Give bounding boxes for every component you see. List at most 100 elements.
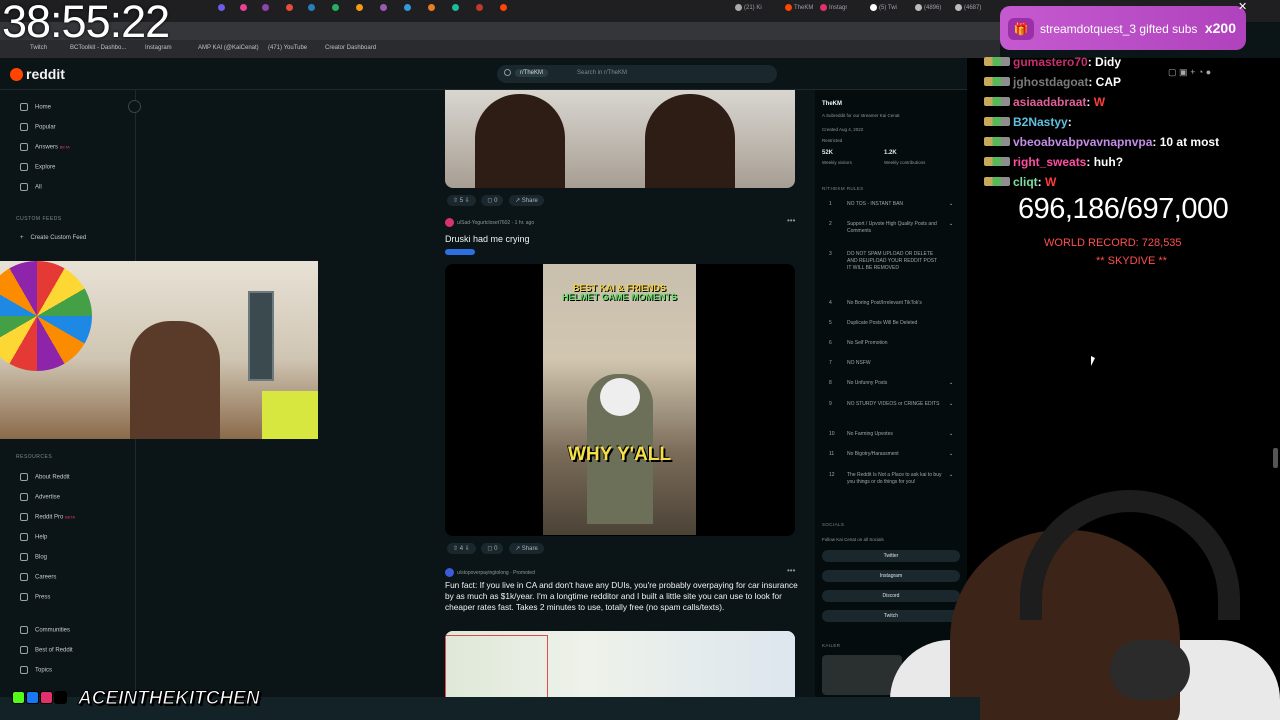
post-flair[interactable] bbox=[445, 249, 475, 255]
nav-advertise[interactable]: Advertise bbox=[20, 493, 60, 501]
comments-button[interactable]: ◻ 0 bbox=[481, 195, 504, 206]
post-title[interactable]: Druski had me crying bbox=[445, 234, 530, 244]
browser-tab[interactable] bbox=[240, 4, 249, 18]
rule-text: NO STURDY VIDEOS or CRINGE EDITS bbox=[847, 401, 940, 407]
nav-press[interactable]: Press bbox=[20, 593, 50, 601]
tab-favicon-icon bbox=[404, 4, 411, 11]
chat-username[interactable]: gumastero70 bbox=[1013, 55, 1088, 69]
chevron-down-icon[interactable]: ⌄ bbox=[949, 451, 953, 458]
chevron-down-icon[interactable]: ⌄ bbox=[949, 431, 953, 438]
resources-heading[interactable]: RESOURCES bbox=[16, 454, 52, 460]
vote-button[interactable]: ⇧ 5 ⇩ bbox=[447, 195, 476, 206]
chat-username[interactable]: cliqt bbox=[1013, 175, 1038, 189]
close-icon[interactable]: ✕ bbox=[1238, 0, 1247, 13]
nav-help[interactable]: Help bbox=[20, 533, 47, 541]
tab-favicon-icon bbox=[785, 4, 792, 11]
chat-username[interactable]: jghostdagoat bbox=[1013, 75, 1088, 89]
custom-feeds-heading[interactable]: CUSTOM FEEDS bbox=[16, 216, 62, 222]
bookmark-amp-kai[interactable]: AMP KAI (@KaiCenat) bbox=[198, 45, 259, 51]
share-button[interactable]: ↗ Share bbox=[509, 195, 544, 206]
post-image[interactable] bbox=[445, 90, 795, 188]
bookmark-creator-dashboard[interactable]: Creator Dashboard bbox=[325, 45, 376, 51]
browser-tab[interactable]: Instagr bbox=[820, 4, 847, 18]
chat-username[interactable]: vbeoabvabpvavnapnvpa bbox=[1013, 135, 1152, 149]
browser-tab[interactable]: (4687) bbox=[955, 4, 981, 18]
tab-favicon-icon bbox=[500, 4, 507, 11]
promoted-image[interactable] bbox=[445, 631, 795, 701]
bookmark-youtube[interactable]: (471) YouTube bbox=[268, 45, 307, 51]
chevron-down-icon[interactable]: ⌄ bbox=[949, 221, 953, 228]
nav-communities[interactable]: Communities bbox=[20, 626, 70, 634]
video-player[interactable]: BEST KAI & FRIENDS HELMET GAME MOMENTS WH… bbox=[445, 264, 795, 536]
nav-best-of-reddit[interactable]: Best of Reddit bbox=[20, 646, 73, 654]
browser-tab[interactable] bbox=[356, 4, 365, 18]
avatar[interactable]: ● bbox=[1206, 67, 1211, 77]
scrollbar[interactable] bbox=[1273, 448, 1278, 468]
rule-number: 7 bbox=[829, 360, 832, 366]
browser-tab[interactable] bbox=[500, 4, 509, 18]
create-icon[interactable]: + bbox=[1190, 67, 1195, 77]
nav-topics[interactable]: Topics bbox=[20, 666, 52, 674]
chevron-down-icon[interactable]: ⌄ bbox=[949, 380, 953, 387]
chevron-down-icon[interactable]: ⌄ bbox=[949, 401, 953, 408]
mouse-cursor-icon bbox=[1091, 356, 1095, 366]
nav-answers[interactable]: Answers BETA bbox=[20, 143, 70, 151]
avatar[interactable] bbox=[445, 218, 454, 227]
browser-tab[interactable] bbox=[308, 4, 317, 18]
vote-button[interactable]: ⇧ 4 ⇩ bbox=[447, 543, 476, 554]
browser-tab[interactable]: (21) Ki bbox=[735, 4, 762, 18]
browser-tab[interactable] bbox=[404, 4, 413, 18]
nav-home[interactable]: Home bbox=[20, 103, 51, 111]
chat-username[interactable]: B2Nastyy bbox=[1013, 115, 1068, 129]
chat-username[interactable]: asiaadabraat bbox=[1013, 95, 1086, 109]
browser-tab[interactable]: (5) Twi bbox=[870, 4, 897, 18]
nav-reddit-pro[interactable]: Reddit Pro BETA bbox=[20, 513, 75, 521]
chevron-down-icon[interactable]: ⌄ bbox=[949, 472, 953, 479]
chat-message: asiaadabraat: W bbox=[984, 95, 1105, 109]
share-button[interactable]: ↗ Share bbox=[509, 543, 544, 554]
contributions-label: Weekly contributions bbox=[884, 160, 926, 165]
chevron-down-icon[interactable]: ⌄ bbox=[949, 201, 953, 208]
collapse-sidebar-button[interactable] bbox=[128, 100, 141, 113]
kick-icon bbox=[12, 691, 25, 704]
tab-favicon-icon bbox=[735, 4, 742, 11]
browser-tab[interactable]: TheKM bbox=[785, 4, 813, 18]
nav-advertise-label: Advertise bbox=[35, 494, 61, 501]
browser-tab[interactable] bbox=[380, 4, 389, 18]
comments-button[interactable]: ◻ 0 bbox=[481, 543, 504, 554]
notification-icon[interactable]: ◔ bbox=[1198, 67, 1203, 77]
inbox-icon[interactable]: ▣ bbox=[1179, 67, 1188, 77]
create-custom-feed[interactable]: + Create Custom Feed bbox=[20, 235, 86, 241]
rule-text: No Boring Post/Irrelevant TikTok's bbox=[847, 300, 922, 306]
promo-author[interactable]: u/stopoverpayingtolong bbox=[457, 570, 509, 576]
video-caption: WHY Y'ALL bbox=[567, 444, 672, 465]
chat-username[interactable]: right_sweats bbox=[1013, 155, 1086, 169]
promoted-post-title[interactable]: Fun fact: If you live in CA and don't ha… bbox=[445, 580, 801, 613]
browser-tab[interactable] bbox=[332, 4, 341, 18]
more-options-icon[interactable]: ••• bbox=[787, 216, 795, 225]
tab-favicon-icon bbox=[218, 4, 225, 11]
browser-tab[interactable]: (4896) bbox=[915, 4, 941, 18]
search-community-chip[interactable]: r/TheKM bbox=[515, 69, 549, 77]
browser-tab[interactable] bbox=[286, 4, 295, 18]
tab-favicon-icon bbox=[820, 4, 827, 11]
reddit-logo[interactable]: reddit bbox=[10, 66, 65, 82]
browser-tab[interactable] bbox=[476, 4, 485, 18]
nav-about[interactable]: About Reddit bbox=[20, 473, 70, 481]
nav-all[interactable]: All bbox=[20, 183, 42, 191]
tab-favicon-icon bbox=[915, 4, 922, 11]
browser-tab[interactable] bbox=[218, 4, 227, 18]
post-author[interactable]: u/Sad-Yogurtcloset7602 bbox=[457, 220, 510, 226]
chat-icon[interactable]: ▢ bbox=[1168, 67, 1177, 77]
nav-popular[interactable]: Popular bbox=[20, 123, 56, 131]
avatar[interactable] bbox=[445, 568, 454, 577]
browser-tab[interactable] bbox=[428, 4, 437, 18]
search-input[interactable]: r/TheKM Search in r/TheKM bbox=[497, 65, 777, 83]
nav-explore[interactable]: Explore bbox=[20, 163, 55, 171]
browser-tab[interactable] bbox=[262, 4, 271, 18]
more-options-icon[interactable]: ••• bbox=[787, 566, 795, 575]
nav-blog[interactable]: Blog bbox=[20, 553, 47, 561]
browser-tab[interactable] bbox=[452, 4, 461, 18]
nav-careers[interactable]: Careers bbox=[20, 573, 56, 581]
screen: Twitch BCToolkit - Dashbo... Instagram A… bbox=[0, 0, 1280, 720]
